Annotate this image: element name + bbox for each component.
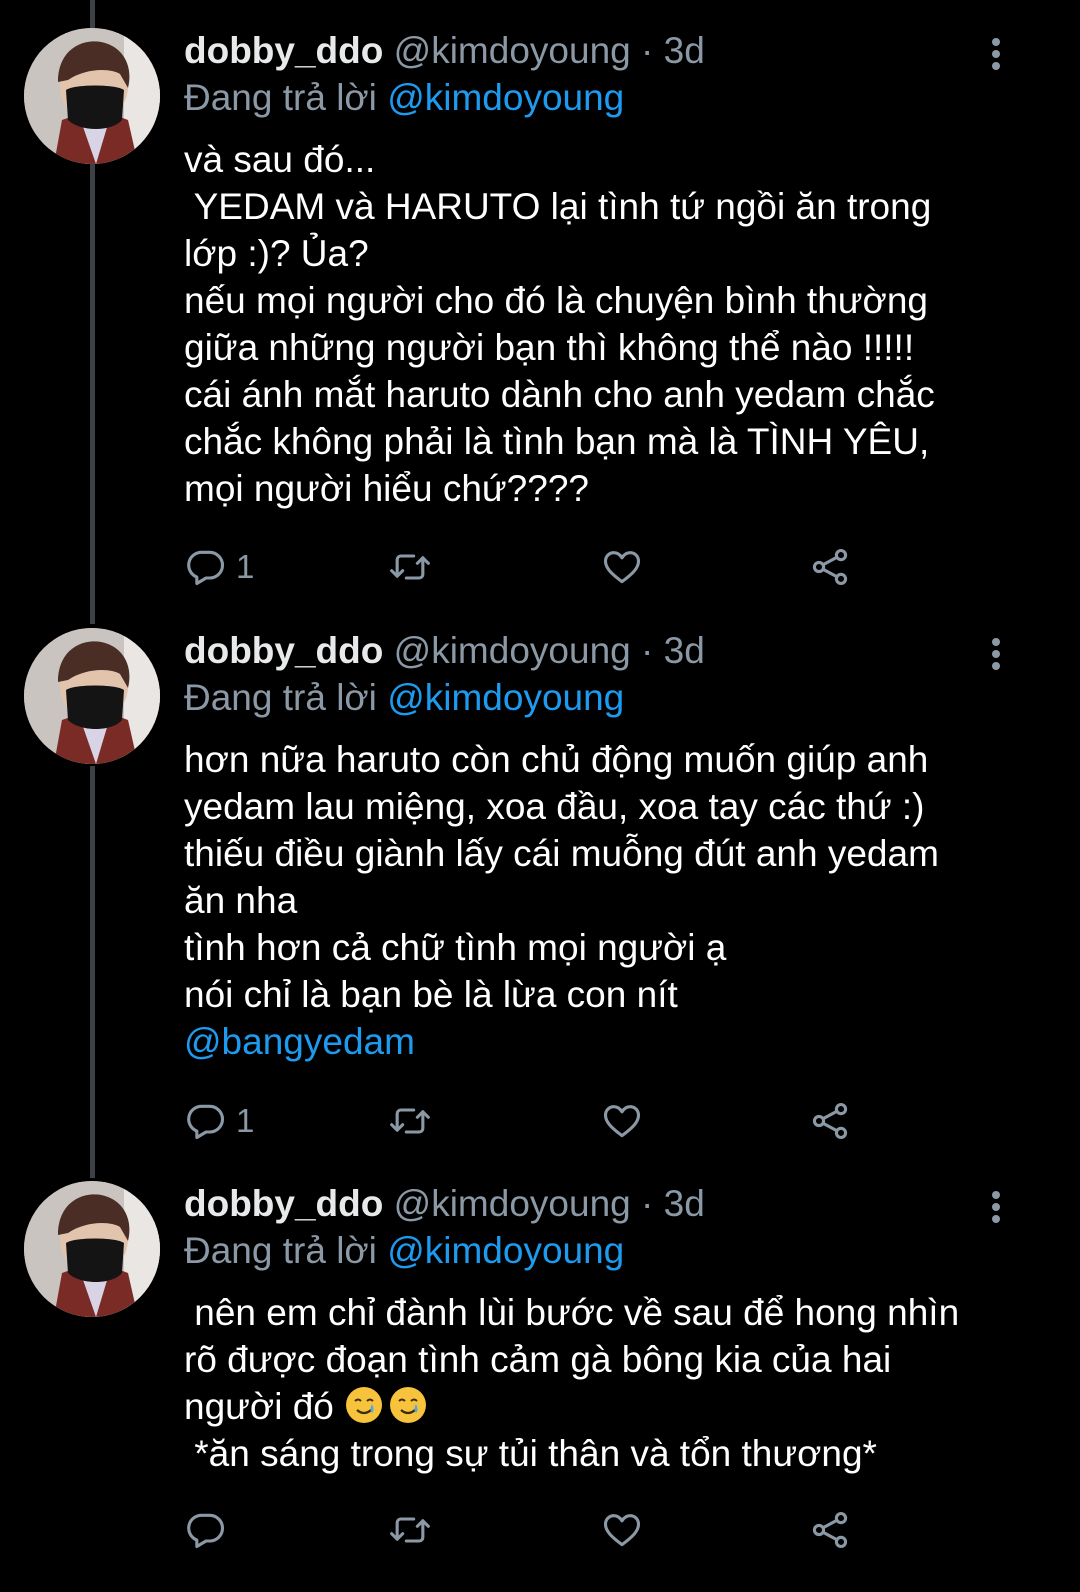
avatar-image (24, 28, 160, 164)
reply-icon (187, 1104, 225, 1140)
display-name[interactable]: dobby_ddo (184, 30, 383, 71)
retweet-button[interactable] (388, 1505, 432, 1555)
avatar[interactable] (24, 628, 160, 764)
avatar[interactable] (24, 28, 160, 164)
smiling-face-with-tear-icon (390, 1387, 427, 1423)
tweet-text-line: mọi người hiểu chứ???? (184, 468, 589, 509)
share-button[interactable] (808, 542, 852, 592)
tweet-text-line-with-emoji: người đó (184, 1383, 1014, 1430)
tweet-text-line: thiếu điều giành lấy cái muỗng đút anh y… (184, 833, 939, 874)
tweet-text-line: và sau đó... (184, 139, 376, 180)
avatar-image (24, 1181, 160, 1317)
user-handle[interactable]: @kimdoyoung (394, 30, 631, 71)
share-icon (812, 548, 848, 586)
tweet-text-line: YEDAM và HARUTO lại tình tứ ngồi ăn tron… (184, 186, 932, 227)
tweet-text-line: nói chỉ là bạn bè là lừa con nít (184, 974, 678, 1015)
like-button[interactable] (600, 1096, 644, 1146)
tweet-text-line: nếu mọi người cho đó là chuyện bình thườ… (184, 280, 928, 321)
tweet[interactable]: dobby_ddo @kimdoyoung · 3d Đang trả lời … (0, 600, 1080, 1160)
action-bar (184, 1505, 904, 1555)
reply-icon (187, 550, 225, 586)
tweet-text: và sau đó... YEDAM và HARUTO lại tình tứ… (184, 136, 1014, 512)
retweet-icon (390, 1517, 430, 1543)
replying-to-mention[interactable]: @kimdoyoung (387, 77, 624, 118)
tweet-header: dobby_ddo @kimdoyoung · 3d (184, 628, 1014, 674)
avatar-image (24, 628, 160, 764)
mention-link[interactable]: @bangyedam (184, 1018, 1014, 1065)
replying-to: Đang trả lời @kimdoyoung (184, 74, 1014, 122)
display-name[interactable]: dobby_ddo (184, 630, 383, 671)
more-options-icon[interactable] (988, 38, 1004, 72)
reply-count: 1 (236, 548, 255, 585)
tweet-text-line: yedam lau miệng, xoa đầu, xoa tay các th… (184, 786, 925, 827)
tweet-text: nên em chỉ đành lùi bước về sau để hong … (184, 1289, 1014, 1477)
replying-to-label: Đang trả lời (184, 677, 377, 718)
share-icon (812, 1102, 848, 1140)
avatar[interactable] (24, 1181, 160, 1317)
tweet-text-line: ăn nha (184, 880, 298, 921)
share-button[interactable] (808, 1096, 852, 1146)
action-bar: 1 (184, 542, 904, 592)
tweet-text-line: hơn nữa haruto còn chủ động muốn giúp an… (184, 739, 929, 780)
user-handle[interactable]: @kimdoyoung (394, 630, 631, 671)
retweet-button[interactable] (388, 542, 432, 592)
heart-icon (603, 551, 641, 584)
tweet-header: dobby_ddo @kimdoyoung · 3d (184, 28, 1014, 74)
tweet-text-line: cái ánh mắt haruto dành cho anh yedam ch… (184, 374, 935, 415)
like-button[interactable] (600, 542, 644, 592)
tweet-header: dobby_ddo @kimdoyoung · 3d (184, 1181, 1014, 1227)
smiling-face-with-tear-icon (346, 1387, 383, 1423)
replying-to-mention[interactable]: @kimdoyoung (387, 677, 624, 718)
replying-to: Đang trả lời @kimdoyoung (184, 1227, 1014, 1275)
tweet-text-fragment: người đó (184, 1386, 334, 1427)
replying-to-label: Đang trả lời (184, 1230, 377, 1271)
timestamp[interactable]: 3d (664, 30, 705, 71)
timestamp[interactable]: 3d (664, 630, 705, 671)
tweet-text-line: rõ được đoạn tình cảm gà bông kia của ha… (184, 1339, 892, 1380)
tweet[interactable]: dobby_ddo @kimdoyoung · 3d Đang trả lời … (0, 1153, 1080, 1592)
separator-dot: · (641, 30, 654, 71)
retweet-icon (390, 1108, 430, 1134)
heart-icon (603, 1514, 641, 1547)
retweet-button[interactable] (388, 1096, 432, 1146)
tweet-text-line: *ăn sáng trong sự tủi thân và tổn thương… (184, 1433, 877, 1474)
tweet-text: hơn nữa haruto còn chủ động muốn giúp an… (184, 736, 1014, 1065)
tweet-text-line: tình hơn cả chữ tình mọi người ạ (184, 927, 727, 968)
reply-count: 1 (236, 1102, 255, 1139)
timestamp[interactable]: 3d (664, 1183, 705, 1224)
tweet-text-line: chắc không phải là tình bạn mà là TÌNH Y… (184, 421, 930, 462)
reply-button[interactable]: 1 (184, 1096, 254, 1146)
user-handle[interactable]: @kimdoyoung (394, 1183, 631, 1224)
tweet-text-line: nên em chỉ đành lùi bước về sau để hong … (184, 1292, 960, 1333)
display-name[interactable]: dobby_ddo (184, 1183, 383, 1224)
tweet-text-line: giữa những người bạn thì không thể nào !… (184, 327, 915, 368)
separator-dot: · (641, 630, 654, 671)
retweet-icon (390, 554, 430, 580)
reply-button[interactable] (184, 1505, 236, 1555)
replying-to: Đang trả lời @kimdoyoung (184, 674, 1014, 722)
reply-button[interactable]: 1 (184, 542, 254, 592)
action-bar: 1 (184, 1096, 904, 1146)
share-button[interactable] (808, 1505, 852, 1555)
tweet-text-line: lớp :)? Ủa? (184, 233, 369, 274)
replying-to-mention[interactable]: @kimdoyoung (387, 1230, 624, 1271)
separator-dot: · (641, 1183, 654, 1224)
like-button[interactable] (600, 1505, 644, 1555)
share-icon (812, 1511, 848, 1549)
reply-icon (187, 1513, 225, 1549)
heart-icon (603, 1105, 641, 1138)
more-options-icon[interactable] (988, 638, 1004, 672)
more-options-icon[interactable] (988, 1191, 1004, 1225)
tweet[interactable]: dobby_ddo @kimdoyoung · 3d Đang trả lời … (0, 0, 1080, 620)
replying-to-label: Đang trả lời (184, 77, 377, 118)
